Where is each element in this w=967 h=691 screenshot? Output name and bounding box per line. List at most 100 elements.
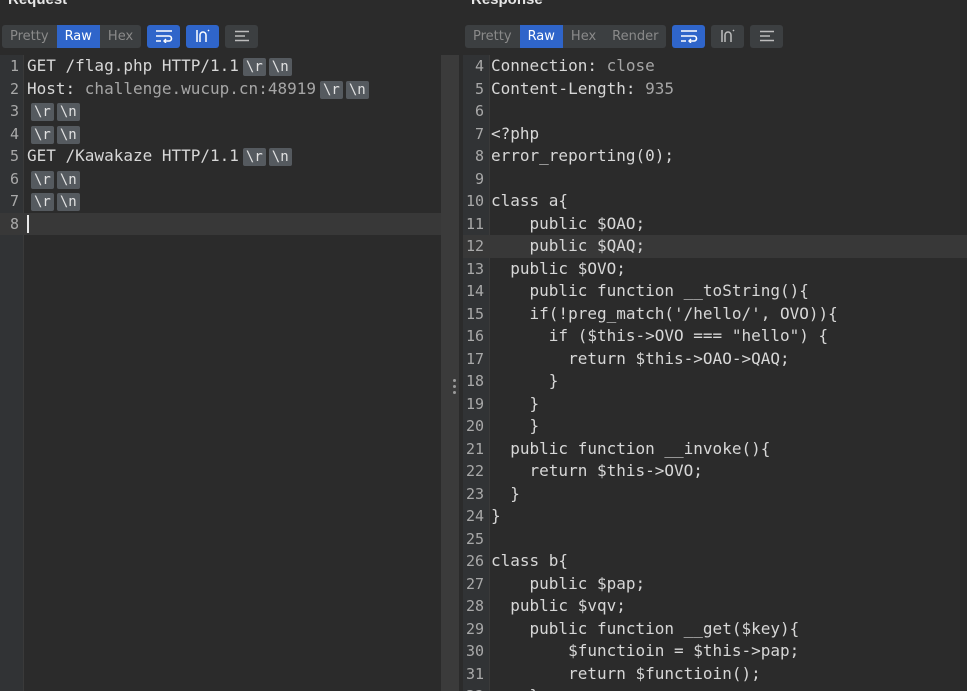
line-content: public $pap; bbox=[491, 573, 646, 596]
divider-bar[interactable] bbox=[441, 55, 459, 691]
line-number: 19 bbox=[465, 394, 484, 413]
line-content: if(!preg_match('/hello/', OVO)){ bbox=[491, 303, 838, 326]
line-text: } bbox=[491, 393, 540, 413]
response-menu-button[interactable] bbox=[750, 24, 784, 48]
line-content: Connection: close bbox=[491, 55, 655, 78]
line-content: if ($this->OVO === "hello") { bbox=[491, 325, 828, 348]
line-text: error_reporting(0); bbox=[491, 146, 675, 165]
line-feed-marker: \n bbox=[56, 170, 80, 189]
response-line: 20 } bbox=[463, 415, 967, 438]
line-content: public $vqv; bbox=[491, 595, 626, 618]
line-text: } bbox=[491, 506, 501, 525]
request-line: 6 \r \n bbox=[0, 168, 441, 191]
carriage-return-marker: \r bbox=[31, 170, 54, 189]
line-content: Host: challenge.wucup.cn:48919 \r \n bbox=[27, 78, 369, 101]
response-editor[interactable]: 4 Connection: close 5 Content-Length: 935 6 7… bbox=[463, 55, 967, 691]
tab-render[interactable]: Render bbox=[604, 25, 666, 48]
line-content: class b{ bbox=[491, 550, 568, 573]
line-content: return $this->OVO; bbox=[491, 460, 703, 483]
request-line: 3 \r \n bbox=[0, 100, 441, 123]
line-number: 13 bbox=[465, 259, 484, 278]
line-text: } bbox=[491, 483, 520, 503]
line-text: public function __invoke(){ bbox=[491, 438, 771, 458]
line-text: public $vqv; bbox=[491, 596, 626, 615]
response-toolbar: Pretty Raw Hex Render bbox=[465, 24, 784, 48]
request-line: 8 bbox=[0, 212, 441, 235]
tab-pretty[interactable]: Pretty bbox=[465, 25, 520, 48]
line-feed-marker: \n bbox=[56, 193, 80, 211]
line-text: Content-Length: bbox=[491, 78, 636, 98]
drag-handle-icon[interactable] bbox=[453, 379, 457, 397]
tab-hex[interactable]: Hex bbox=[100, 25, 141, 48]
tab-raw[interactable]: Raw bbox=[519, 24, 563, 48]
line-number: 5 bbox=[9, 147, 19, 165]
tab-raw[interactable]: Raw bbox=[56, 24, 100, 48]
pane-divider[interactable] bbox=[441, 0, 463, 691]
request-wrap-toggle[interactable] bbox=[147, 24, 181, 48]
line-text: public $OVO; bbox=[491, 258, 626, 278]
text-cursor bbox=[27, 215, 29, 233]
line-content: public function __get($key){ bbox=[491, 618, 800, 641]
response-lines: 4 Connection: close 5 Content-Length: 935 6 7… bbox=[463, 55, 967, 691]
line-content: \r \n bbox=[27, 100, 80, 123]
line-number: 21 bbox=[465, 439, 484, 458]
line-text: Connection: bbox=[491, 56, 597, 75]
line-content: public function __invoke(){ bbox=[491, 438, 770, 461]
wrap-lines-icon bbox=[680, 30, 698, 43]
response-line: 10 class a{ bbox=[463, 190, 967, 213]
line-number: 12 bbox=[465, 237, 484, 255]
response-line: 13 public $OVO; bbox=[463, 258, 967, 281]
response-line: 15 if(!preg_match('/hello/', OVO)){ bbox=[463, 303, 967, 326]
line-content: public $OAO; bbox=[491, 213, 646, 236]
line-content: return $functioin(); bbox=[491, 663, 761, 686]
response-line: 14 public function __toString(){ bbox=[463, 280, 967, 303]
response-line: 28 public $vqv; bbox=[463, 595, 967, 618]
line-content: public function __toString(){ bbox=[491, 280, 809, 303]
request-pane: Request PrettyRawHex 1 GET /flag.php HTTP… bbox=[0, 0, 441, 691]
menu-icon bbox=[234, 30, 249, 42]
line-text: $functioin = $this->pap; bbox=[491, 641, 800, 660]
line-number: 27 bbox=[465, 574, 484, 593]
response-line: 4 Connection: close bbox=[463, 55, 967, 78]
line-number: 14 bbox=[465, 282, 484, 300]
tab-hex[interactable]: Hex bbox=[563, 25, 604, 48]
line-value: 935 bbox=[635, 78, 675, 98]
line-text: return $this->OVO; bbox=[491, 461, 703, 480]
line-content: <?php bbox=[491, 123, 539, 146]
request-title: Request bbox=[8, 0, 67, 8]
line-number: 5 bbox=[474, 79, 484, 98]
line-content: \r \n bbox=[27, 190, 80, 213]
line-text: public $QAQ; bbox=[491, 236, 646, 255]
line-content: } bbox=[491, 483, 520, 506]
line-number: 24 bbox=[465, 507, 484, 525]
response-line: 5 Content-Length: 935 bbox=[463, 78, 967, 101]
response-line: 17 return $this->OAO->QAQ; bbox=[463, 348, 967, 371]
line-number: 23 bbox=[465, 484, 484, 503]
line-number: 11 bbox=[465, 214, 484, 233]
line-text: } bbox=[491, 416, 540, 435]
carriage-return-marker: \r bbox=[31, 193, 54, 211]
line-text: return $functioin(); bbox=[491, 663, 761, 683]
response-line: 27 public $pap; bbox=[463, 573, 967, 596]
request-menu-button[interactable] bbox=[225, 24, 259, 48]
request-editor[interactable]: 1 GET /flag.php HTTP/1.1 \r \n 2 Host: challe… bbox=[0, 55, 441, 691]
response-line: 24} bbox=[463, 505, 967, 528]
line-text: class b{ bbox=[491, 551, 569, 570]
request-newline-toggle[interactable] bbox=[186, 24, 220, 48]
carriage-return-marker: \r bbox=[31, 125, 54, 144]
line-number: 9 bbox=[474, 169, 484, 188]
tab-pretty[interactable]: Pretty bbox=[2, 25, 57, 48]
response-line: 31 return $functioin(); bbox=[463, 663, 967, 686]
newline-icon bbox=[721, 29, 735, 42]
line-text: class a{ bbox=[491, 191, 569, 210]
line-number: 6 bbox=[9, 169, 19, 188]
request-lines: 1 GET /flag.php HTTP/1.1 \r \n 2 Host: challe… bbox=[0, 55, 441, 235]
line-content: class a{ bbox=[491, 190, 568, 213]
response-line: 16 if ($this->OVO === "hello") { bbox=[463, 325, 967, 348]
line-content: public $OVO; bbox=[491, 258, 626, 281]
line-feed-marker: \n bbox=[268, 148, 292, 166]
response-line: 29 public function __get($key){ bbox=[463, 618, 967, 641]
response-newline-toggle[interactable] bbox=[711, 24, 745, 48]
response-wrap-toggle[interactable] bbox=[672, 24, 706, 48]
line-number: 2 bbox=[9, 79, 19, 98]
